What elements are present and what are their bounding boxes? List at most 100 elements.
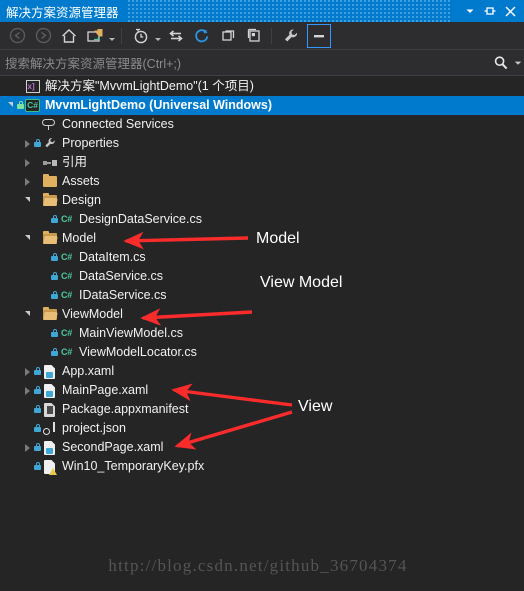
expander-expanded-icon[interactable] (21, 229, 34, 248)
watermark-text: http://blog.csdn.net/github_36704374 (108, 556, 408, 575)
forward-arrow-icon[interactable] (31, 24, 55, 48)
expander-collapsed-icon[interactable] (21, 153, 34, 172)
tree-item-label: DataItem.cs (79, 250, 146, 264)
expander-expanded-icon[interactable] (4, 96, 17, 115)
toolbar-separator-2 (271, 27, 272, 44)
search-chevron-down-icon[interactable] (512, 59, 524, 67)
search-bar[interactable]: 搜索解决方案资源管理器(Ctrl+;) (0, 50, 524, 76)
tree-item-assets[interactable]: Assets (0, 172, 524, 191)
lock-icon (34, 381, 41, 400)
folder-closed-icon (42, 173, 57, 187)
lock-icon (51, 324, 58, 343)
window-title: 解决方案资源管理器 (6, 5, 119, 20)
expander-collapsed-icon[interactable] (21, 381, 34, 400)
tree-item-dataitem[interactable]: C# DataItem.cs (0, 248, 524, 267)
tree-item-label: DataService.cs (79, 269, 164, 283)
refresh-circle-icon[interactable] (190, 24, 214, 48)
tree-item-label: Win10_TemporaryKey.pfx (62, 459, 205, 473)
expander-collapsed-icon[interactable] (21, 362, 34, 381)
clock-icon[interactable] (129, 24, 153, 48)
certificate-file-icon (44, 459, 57, 475)
expander-expanded-icon[interactable] (21, 191, 34, 210)
tree-item-label: Model (62, 231, 97, 245)
csharp-file-icon: C# (61, 328, 72, 338)
lock-icon (51, 267, 58, 286)
search-input[interactable]: 搜索解决方案资源管理器(Ctrl+;) (0, 53, 490, 72)
collapse-all-icon[interactable] (216, 24, 240, 48)
back-arrow-icon[interactable] (5, 24, 29, 48)
lock-icon (51, 248, 58, 267)
tree-item-properties[interactable]: Properties (0, 134, 524, 153)
lock-icon (17, 96, 24, 115)
cloud-icon (42, 118, 57, 131)
window-dropdown-button[interactable] (460, 1, 480, 21)
copy-pages-icon[interactable] (242, 24, 266, 48)
tree-item-dataservice[interactable]: C# DataService.cs (0, 267, 524, 286)
wrench-icon (43, 136, 57, 152)
lock-icon (34, 457, 41, 476)
tree-item-viewmodel[interactable]: ViewModel (0, 305, 524, 324)
csharp-file-icon: C# (61, 347, 72, 357)
tree-item-label: 引用 (62, 155, 88, 169)
lock-icon (34, 134, 41, 153)
tree-item-connected-services[interactable]: Connected Services (0, 115, 524, 134)
tree-item-idataservice[interactable]: C# IDataService.cs (0, 286, 524, 305)
window-pin-button[interactable] (480, 1, 500, 21)
folder-refresh-icon[interactable] (83, 24, 107, 48)
tree-item-label: App.xaml (62, 364, 115, 378)
window-title-bar: 解决方案资源管理器 (0, 0, 524, 22)
tree-item-label: MainViewModel.cs (79, 326, 183, 340)
tree-item-solution[interactable]: x] 解决方案"MvvmLightDemo"(1 个项目) (0, 77, 524, 96)
tree-item-project-json[interactable]: project.json (0, 419, 524, 438)
solution-icon: x] (25, 80, 40, 93)
preview-selected-items-button[interactable] (307, 23, 331, 48)
references-icon (42, 159, 57, 167)
tree-item-label: Properties (62, 136, 119, 150)
tree-item-mainviewmodel[interactable]: C# MainViewModel.cs (0, 324, 524, 343)
tree-item-label: SecondPage.xaml (62, 440, 164, 454)
tree-item-designdataservice[interactable]: C# DesignDataService.cs (0, 210, 524, 229)
folder-open-icon (42, 306, 57, 320)
xaml-file-icon (44, 440, 55, 455)
csharp-file-icon: C# (61, 290, 72, 300)
window-close-button[interactable] (500, 1, 520, 21)
folder-refresh-chevron-down-icon[interactable] (107, 24, 116, 48)
magnifier-icon[interactable] (490, 55, 512, 71)
tree-item-mainpage-xaml[interactable]: MainPage.xaml (0, 381, 524, 400)
sync-arrows-icon[interactable] (164, 24, 188, 48)
tree-item-win10-temporarykey-pfx[interactable]: Win10_TemporaryKey.pfx (0, 457, 524, 476)
tree-item-design[interactable]: Design (0, 191, 524, 210)
tree-item-label: MainPage.xaml (62, 383, 149, 397)
toolbar-separator-1 (121, 27, 122, 44)
folder-open-icon (42, 230, 57, 244)
wrench-icon[interactable] (279, 24, 303, 48)
expander-collapsed-icon[interactable] (21, 172, 34, 191)
tree-item-model[interactable]: Model (0, 229, 524, 248)
tree-item-label: ViewModelLocator.cs (79, 345, 197, 359)
tree-item-label: Package.appxmanifest (62, 402, 189, 416)
tree-item-project[interactable]: C# MvvmLightDemo (Universal Windows) (0, 96, 524, 115)
tree-item-package-appxmanifest[interactable]: Package.appxmanifest (0, 400, 524, 419)
clock-chevron-down-icon[interactable] (153, 24, 162, 48)
tree-item-viewmodellocator[interactable]: C# ViewModelLocator.cs (0, 343, 524, 362)
tree-item-secondpage-xaml[interactable]: SecondPage.xaml (0, 438, 524, 457)
expander-collapsed-icon[interactable] (21, 438, 34, 457)
expander-expanded-icon[interactable] (21, 305, 34, 324)
tree-item-references[interactable]: 引用 (0, 153, 524, 172)
lock-icon (51, 286, 58, 305)
lock-icon (34, 400, 41, 419)
tree-item-app-xaml[interactable]: App.xaml (0, 362, 524, 381)
expander-collapsed-icon[interactable] (21, 134, 34, 153)
home-icon[interactable] (57, 24, 81, 48)
solution-explorer-tree[interactable]: x] 解决方案"MvvmLightDemo"(1 个项目) C# MvvmLightD… (0, 77, 524, 591)
solution-explorer-toolbar (0, 22, 524, 50)
